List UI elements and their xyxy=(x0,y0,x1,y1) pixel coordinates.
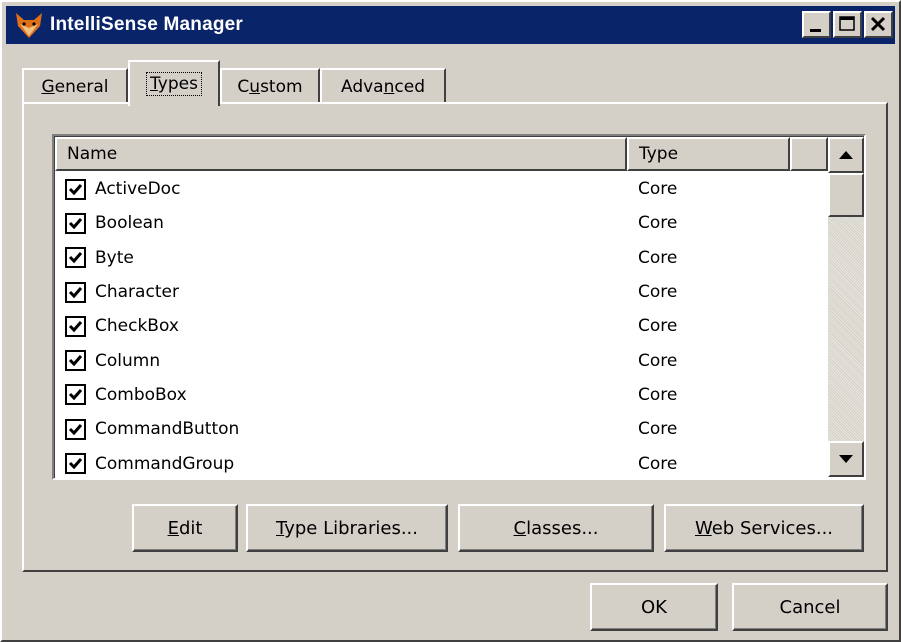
row-checkbox[interactable] xyxy=(65,212,86,234)
row-name: ActiveDoc xyxy=(95,179,181,200)
minimize-icon xyxy=(810,29,821,32)
checkmark-icon xyxy=(68,183,83,195)
row-checkbox[interactable] xyxy=(65,281,86,303)
row-name: CommandGroup xyxy=(95,453,235,474)
row-name: Column xyxy=(95,350,161,371)
classes-button-label: Classes... xyxy=(513,517,599,539)
row-name: CheckBox xyxy=(95,316,179,337)
row-type: Core xyxy=(638,350,678,371)
web-services-button[interactable]: Web Services... xyxy=(664,504,864,552)
checkmark-icon xyxy=(68,389,83,401)
row-type: Core xyxy=(638,247,678,268)
checkmark-icon xyxy=(68,320,83,333)
tab-general[interactable]: General xyxy=(22,68,128,104)
tab-types[interactable]: Types xyxy=(128,60,220,106)
row-checkbox[interactable] xyxy=(65,247,86,269)
arrow-down-icon xyxy=(839,455,853,463)
tab-advanced-label: Advanced xyxy=(341,77,425,97)
row-type: Core xyxy=(638,282,678,303)
row-checkbox[interactable] xyxy=(65,453,86,475)
row-name: ComboBox xyxy=(95,384,187,405)
checkmark-icon xyxy=(68,286,83,298)
list-item[interactable]: CheckBox Core xyxy=(55,309,828,343)
list-item[interactable]: CommandGroup Core xyxy=(55,446,828,478)
list-item[interactable]: Byte Core xyxy=(55,241,828,275)
checkmark-icon xyxy=(68,217,83,230)
tab-custom-label: Custom xyxy=(237,77,303,97)
row-name: Byte xyxy=(95,247,134,268)
edit-button-label: Edit xyxy=(167,517,203,539)
row-name: Boolean xyxy=(95,213,164,234)
edit-button[interactable]: Edit xyxy=(132,504,238,552)
title-bar-buttons xyxy=(800,11,893,38)
list-item[interactable]: Column Core xyxy=(55,343,828,377)
types-list[interactable]: Name Type ActiveDoc Core Boolean Core Byte Co… xyxy=(52,134,866,480)
checkmark-icon xyxy=(68,423,83,435)
type-libraries-button-label: Type Libraries... xyxy=(276,517,418,539)
scroll-down-button[interactable] xyxy=(828,441,864,477)
cancel-button-label: Cancel xyxy=(779,596,841,618)
row-checkbox[interactable] xyxy=(65,178,86,200)
ok-button[interactable]: OK xyxy=(590,583,718,631)
minimize-button[interactable] xyxy=(802,11,831,38)
tab-types-label: Types xyxy=(146,72,202,96)
row-type: Core xyxy=(638,213,678,234)
fox-icon xyxy=(16,13,42,38)
maximize-button[interactable] xyxy=(833,11,862,38)
row-checkbox[interactable] xyxy=(65,350,86,372)
row-name: CommandButton xyxy=(95,419,240,440)
vertical-scrollbar[interactable] xyxy=(828,137,864,477)
column-header-blank[interactable] xyxy=(790,137,828,171)
row-type: Core xyxy=(638,316,678,337)
row-checkbox[interactable] xyxy=(65,384,86,406)
type-libraries-button[interactable]: Type Libraries... xyxy=(246,504,448,552)
window-title: IntelliSense Manager xyxy=(50,14,244,35)
column-header-type-label: Type xyxy=(639,144,679,164)
list-item[interactable]: CommandButton Core xyxy=(55,412,828,446)
row-type: Core xyxy=(638,179,678,200)
column-header-name-label: Name xyxy=(67,144,118,164)
scroll-up-button[interactable] xyxy=(828,137,864,173)
tab-advanced[interactable]: Advanced xyxy=(320,68,446,104)
checkmark-icon xyxy=(68,252,83,264)
checkmark-icon xyxy=(68,458,83,470)
tab-custom[interactable]: Custom xyxy=(220,68,320,104)
cancel-button[interactable]: Cancel xyxy=(732,583,888,631)
list-rows: ActiveDoc Core Boolean Core Byte Core Characte… xyxy=(55,172,828,478)
ok-button-label: OK xyxy=(641,596,667,618)
list-item[interactable]: ActiveDoc Core xyxy=(55,172,828,206)
web-services-button-label: Web Services... xyxy=(694,517,834,539)
column-header-type[interactable]: Type xyxy=(627,137,790,171)
checkmark-icon xyxy=(68,355,83,367)
title-bar[interactable]: IntelliSense Manager xyxy=(6,6,895,44)
row-checkbox[interactable] xyxy=(65,418,86,440)
classes-button[interactable]: Classes... xyxy=(458,504,654,552)
maximize-icon xyxy=(839,16,855,31)
scroll-thumb[interactable] xyxy=(828,173,864,217)
row-name: Character xyxy=(95,282,179,303)
list-item[interactable]: Boolean Core xyxy=(55,206,828,240)
close-button[interactable] xyxy=(864,11,893,38)
arrow-up-icon xyxy=(839,151,853,159)
row-type: Core xyxy=(638,453,678,474)
list-item[interactable]: Character Core xyxy=(55,275,828,309)
list-item[interactable]: ComboBox Core xyxy=(55,378,828,412)
close-icon xyxy=(870,16,886,32)
tab-general-label: General xyxy=(41,77,109,97)
intellisense-manager-window: IntelliSense Manager General Types Custo… xyxy=(0,0,901,642)
column-header-name[interactable]: Name xyxy=(55,137,627,171)
row-checkbox[interactable] xyxy=(65,315,86,337)
row-type: Core xyxy=(638,384,678,405)
row-type: Core xyxy=(638,419,678,440)
